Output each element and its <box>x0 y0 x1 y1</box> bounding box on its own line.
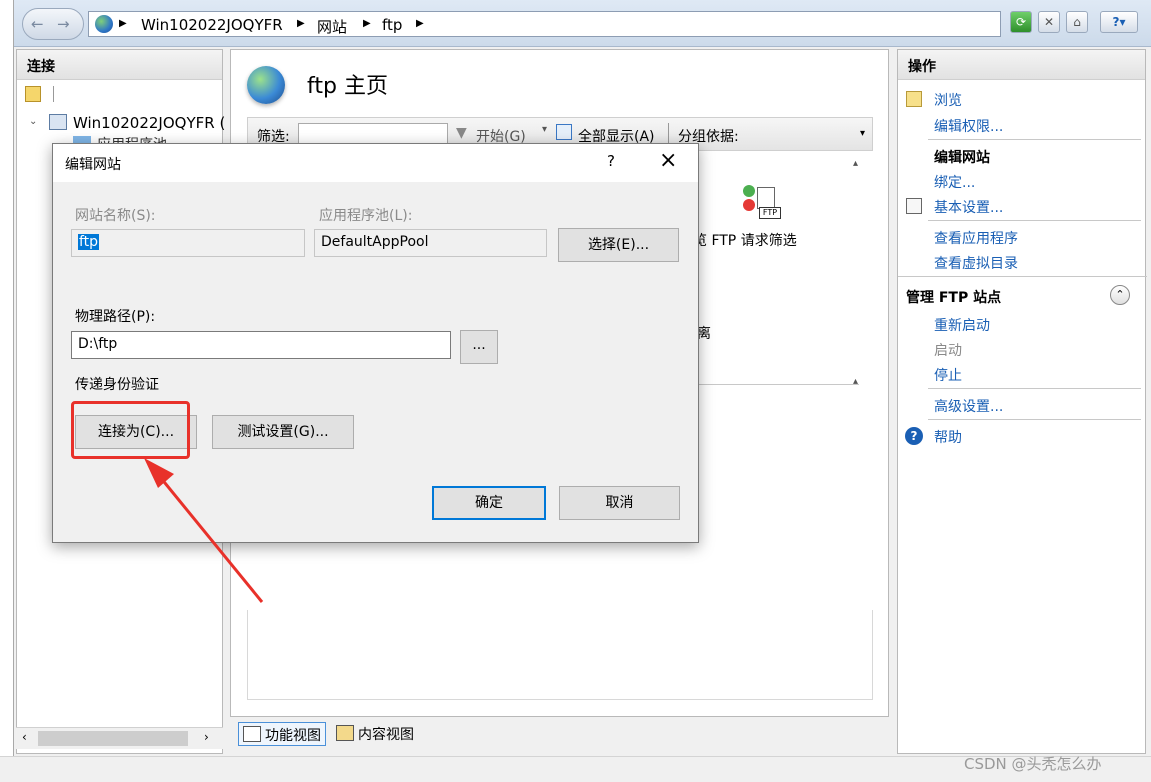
chevron-right-icon: ▶ <box>119 18 127 29</box>
forward-arrow-icon[interactable]: → <box>57 15 70 33</box>
chevron-right-icon: ▶ <box>363 18 371 29</box>
group-divider <box>691 384 859 385</box>
chevron-right-icon: ▶ <box>297 18 305 29</box>
separator <box>898 276 1147 277</box>
action-help[interactable]: 帮助 <box>934 427 962 447</box>
tab-content-view-label: 内容视图 <box>358 727 414 743</box>
browse-icon <box>906 91 922 107</box>
actions-title: 操作 <box>898 50 1145 80</box>
action-edit-permissions[interactable]: 编辑权限... <box>934 116 1003 136</box>
refresh-icon[interactable]: ⟳ <box>1010 11 1032 33</box>
separator <box>928 388 1141 389</box>
dialog-help-button[interactable]: ? <box>607 152 615 170</box>
funnel-icon: ▼ <box>456 125 467 141</box>
breadcrumb-server[interactable]: Win102022JOQYFR <box>141 16 283 34</box>
action-view-applications[interactable]: 查看应用程序 <box>934 228 1018 248</box>
pass-through-auth-label: 传递身份验证 <box>75 377 159 393</box>
chevron-right-icon: ▶ <box>416 18 424 29</box>
view-tabs: 功能视图 内容视图 <box>230 720 530 748</box>
browse-path-button[interactable]: ... <box>460 330 498 364</box>
select-app-pool-button[interactable]: 选择(E)... <box>558 228 679 262</box>
site-name-label: 网站名称(S): <box>75 208 156 224</box>
globe-icon <box>247 66 285 104</box>
separator <box>928 419 1141 420</box>
dialog-title: 编辑网站 <box>65 157 121 173</box>
physical-path-field[interactable]: D:\ftp <box>71 331 451 359</box>
connections-title: 连接 <box>17 50 222 80</box>
dialog-titlebar: 编辑网站 ? × <box>53 144 698 182</box>
scroll-thumb[interactable] <box>38 731 188 746</box>
app-pool-label: 应用程序池(L): <box>319 208 413 224</box>
manage-ftp-site-heading: 管理 FTP 站点 <box>906 290 1002 306</box>
app-pool-value: DefaultAppPool <box>321 234 429 250</box>
show-all-icon <box>556 124 572 140</box>
ftp-request-filtering-label[interactable]: 览 FTP 请求筛选 <box>693 230 797 250</box>
address-bar[interactable]: ▶ Win102022JOQYFR ▶ 网站 ▶ ftp ▶ <box>88 11 1001 37</box>
collapse-icon[interactable]: ⌃ <box>1110 285 1130 305</box>
help-icon: ? <box>905 427 923 445</box>
ftp-request-filtering-icon[interactable]: FTP <box>743 185 781 225</box>
toolbar-divider <box>53 86 54 102</box>
ok-button[interactable]: 确定 <box>432 486 546 520</box>
scroll-right-icon[interactable]: › <box>204 730 209 744</box>
action-view-virtual-directories[interactable]: 查看虚拟目录 <box>934 253 1018 273</box>
separator <box>928 220 1141 221</box>
toolbar-divider <box>668 123 669 145</box>
globe-icon <box>95 15 113 33</box>
action-restart[interactable]: 重新启动 <box>934 315 990 335</box>
help-icon[interactable]: ?▾ <box>1100 11 1138 33</box>
nav-button-group: ← → <box>22 8 84 40</box>
app-pool-field[interactable]: DefaultAppPool <box>314 229 547 257</box>
edit-site-heading: 编辑网站 <box>934 150 990 166</box>
dropdown-icon[interactable]: ▾ <box>542 124 547 135</box>
tree-item-server[interactable]: Win102022JOQYFR ( <box>73 114 225 132</box>
tab-features-view-label: 功能视图 <box>265 728 321 744</box>
feature-label-partial[interactable]: 离 <box>697 323 711 343</box>
basic-settings-icon <box>906 198 922 214</box>
window-edge <box>0 0 14 760</box>
horizontal-scrollbar[interactable]: ‹ › <box>16 727 223 749</box>
action-start[interactable]: 启动 <box>934 340 962 360</box>
new-connection-icon[interactable] <box>25 86 41 102</box>
action-browse[interactable]: 浏览 <box>934 90 962 110</box>
collapse-group-icon[interactable]: ▴ <box>853 158 858 169</box>
cancel-button[interactable]: 取消 <box>559 486 680 520</box>
action-basic-settings[interactable]: 基本设置... <box>934 197 1003 217</box>
breadcrumb-sites[interactable]: 网站 <box>317 16 347 37</box>
stop-icon[interactable]: ✕ <box>1038 11 1060 33</box>
features-view-icon <box>243 726 261 742</box>
expand-icon[interactable]: ⌄ <box>29 116 37 127</box>
collapse-group-icon[interactable]: ▴ <box>853 376 858 387</box>
scroll-left-icon[interactable]: ‹ <box>22 730 27 744</box>
tab-content-view[interactable]: 内容视图 <box>332 722 418 746</box>
action-bindings[interactable]: 绑定... <box>934 172 975 192</box>
actions-pane: 操作 浏览 编辑权限... 编辑网站 绑定... 基本设置... 查看应用程序 … <box>897 49 1147 754</box>
watermark: CSDN @头秃怎么办 <box>964 755 1102 773</box>
toolbar-overflow-icon[interactable]: ▾ <box>860 128 865 139</box>
server-icon <box>49 114 67 130</box>
breadcrumb-ftp[interactable]: ftp <box>382 16 402 34</box>
features-list-area <box>247 610 873 700</box>
page-title: ftp 主页 <box>307 74 388 99</box>
test-settings-button[interactable]: 测试设置(G)... <box>212 415 354 449</box>
back-arrow-icon[interactable]: ← <box>31 15 44 33</box>
site-name-value: ftp <box>78 234 100 250</box>
site-name-field[interactable]: ftp <box>71 229 305 257</box>
physical-path-label: 物理路径(P): <box>75 309 156 325</box>
home-icon[interactable]: ⌂ <box>1066 11 1088 33</box>
separator <box>928 139 1141 140</box>
physical-path-value: D:\ftp <box>78 336 118 352</box>
action-stop[interactable]: 停止 <box>934 365 962 385</box>
dialog-close-button[interactable]: × <box>659 148 677 173</box>
content-view-icon <box>336 725 354 741</box>
tab-features-view[interactable]: 功能视图 <box>238 722 326 746</box>
action-advanced-settings[interactable]: 高级设置... <box>934 396 1003 416</box>
annotation-arrow-icon <box>144 458 264 603</box>
